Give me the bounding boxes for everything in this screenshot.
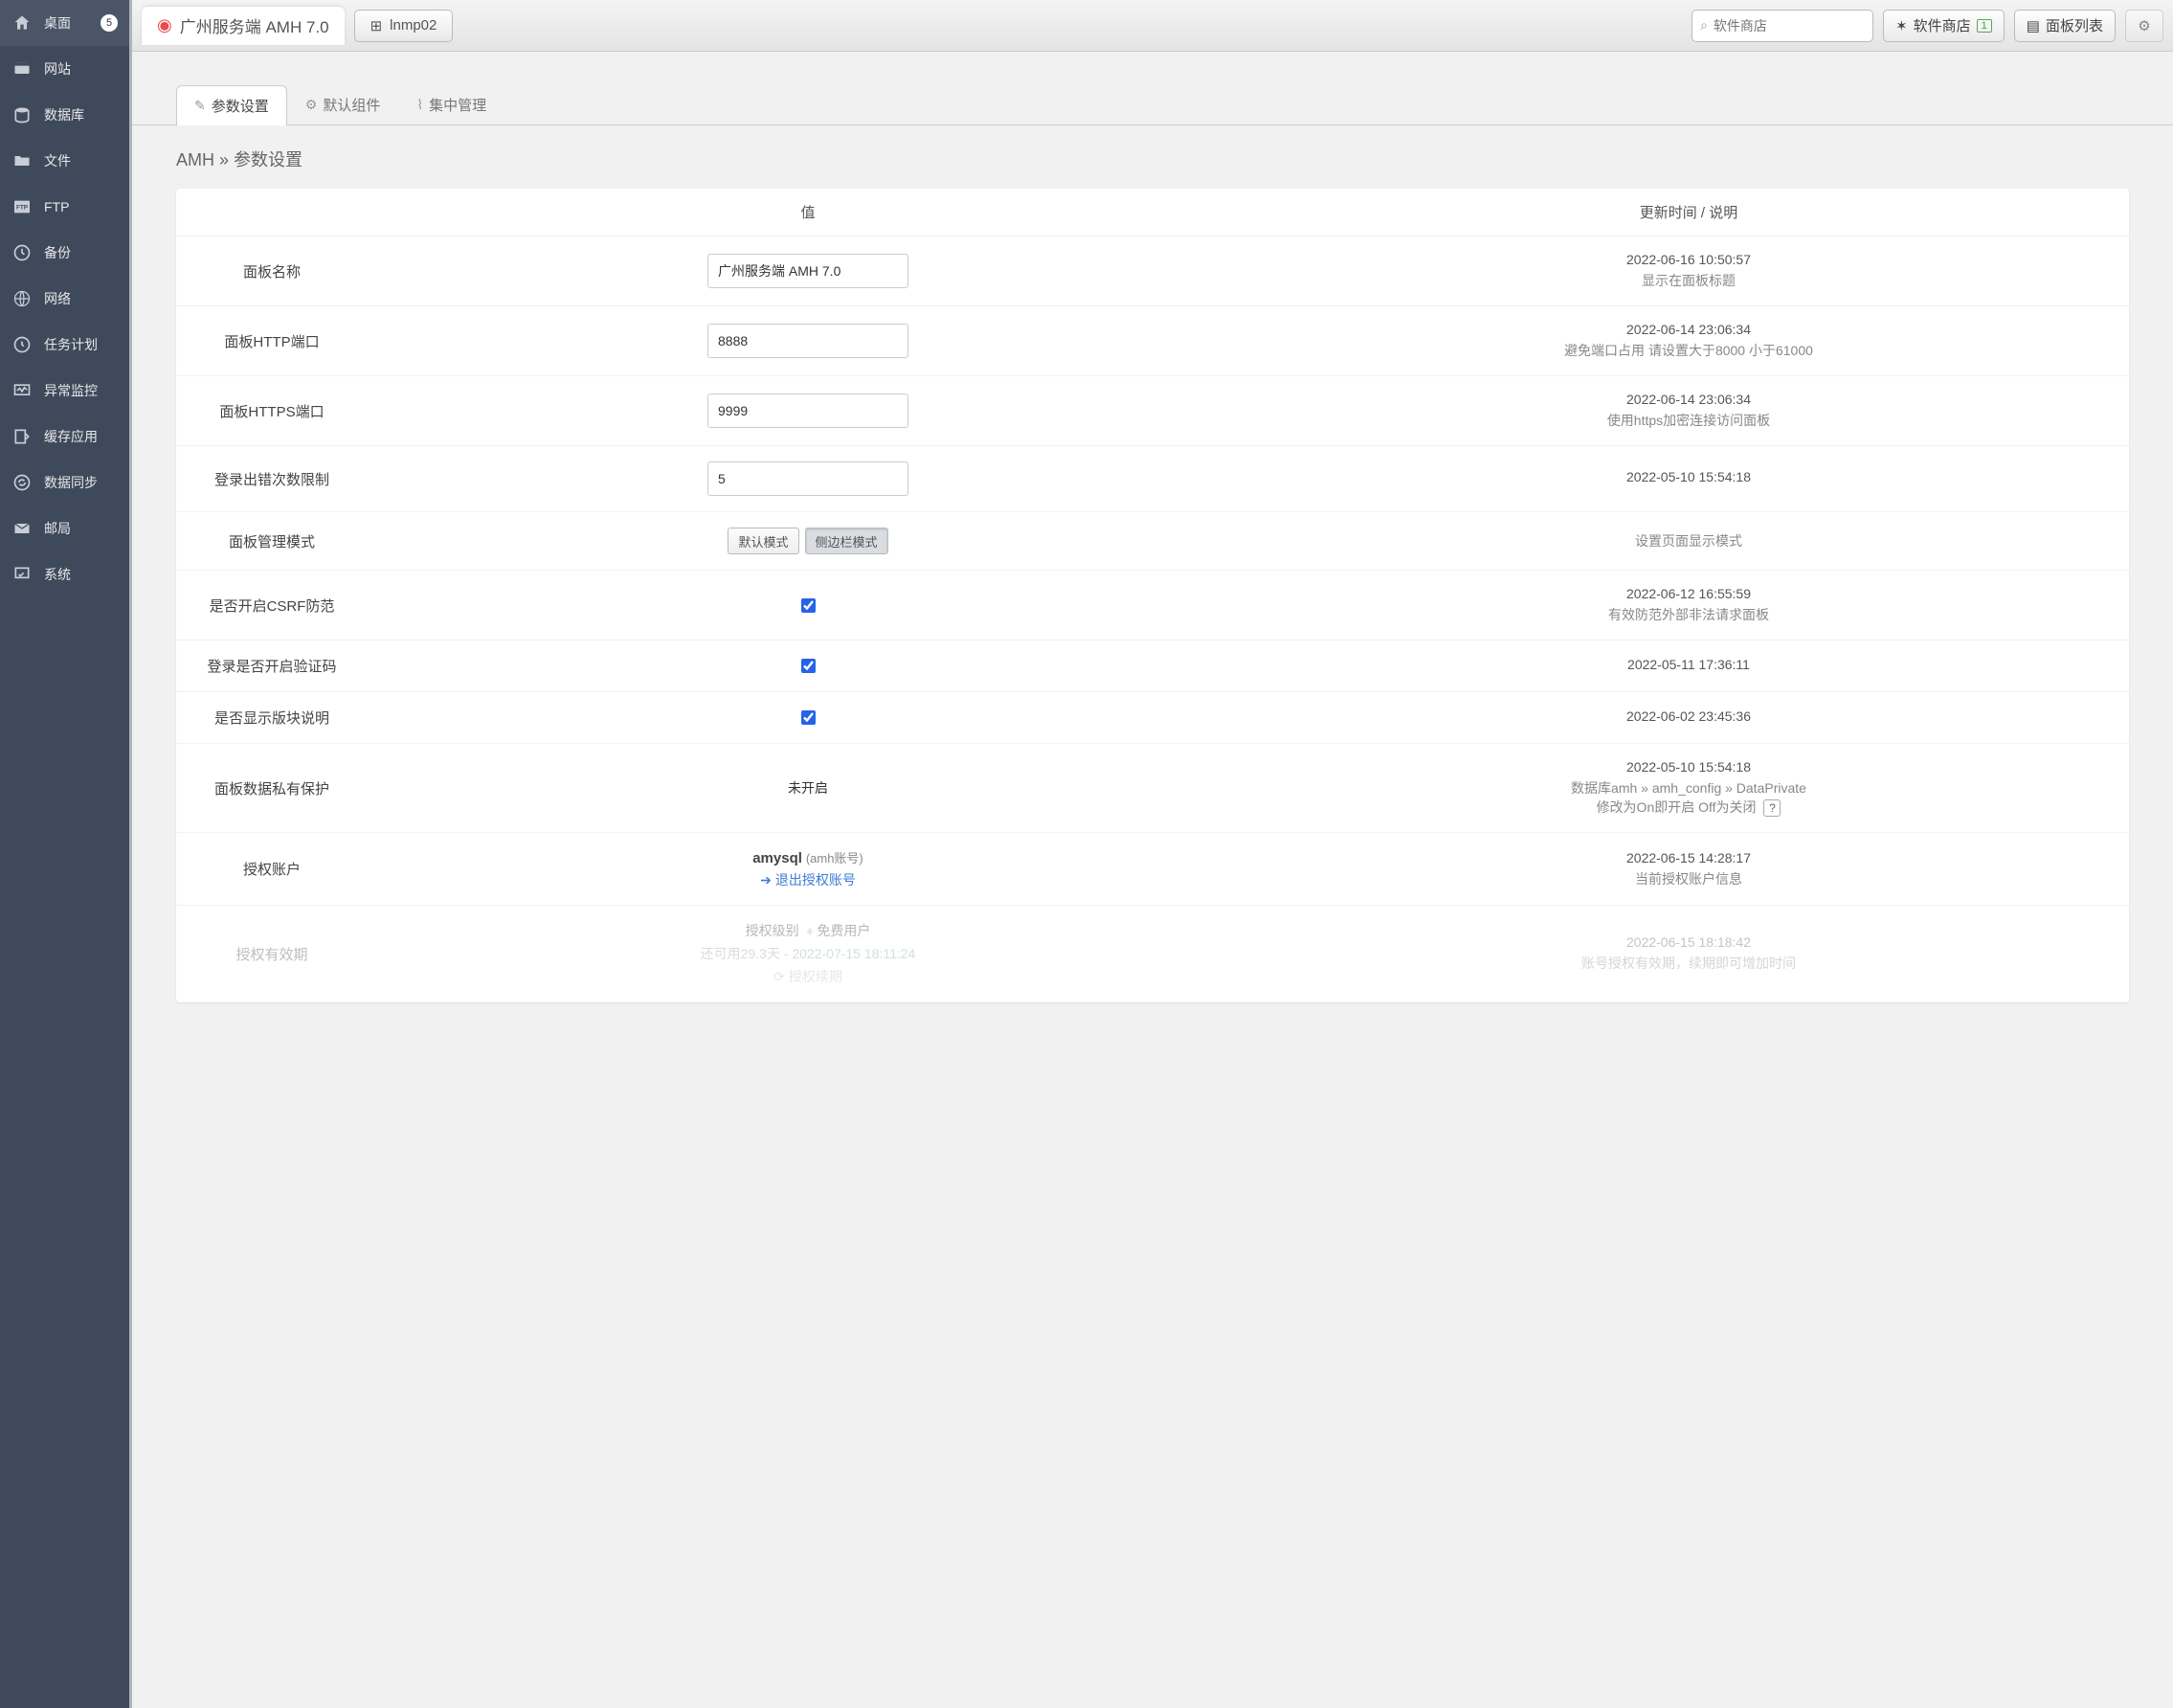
- monitor-icon: [11, 380, 33, 401]
- search-icon: ⌕: [1700, 17, 1708, 34]
- table-head: 值 更新时间 / 说明: [176, 189, 2129, 236]
- system-icon: [11, 564, 33, 585]
- showver-checkbox[interactable]: [801, 710, 816, 725]
- row-panel-name: 面板名称 2022-06-16 10:50:57显示在面板标题: [176, 236, 2129, 306]
- pin-icon: ◉: [157, 15, 172, 35]
- csrf-checkbox[interactable]: [801, 598, 816, 613]
- sidebar-item-files[interactable]: 文件: [0, 138, 129, 184]
- subtab-params[interactable]: ✎参数设置: [176, 85, 287, 125]
- sync-icon: [11, 472, 33, 493]
- sidebar-item-tasks[interactable]: 任务计划: [0, 322, 129, 368]
- gear-icon: ⚙: [305, 97, 318, 113]
- primary-tab[interactable]: ◉ 广州服务端 AMH 7.0: [142, 7, 345, 45]
- logout-link[interactable]: ➔退出授权账号: [760, 870, 856, 889]
- main-content: ✎参数设置 ⚙默认组件 ⌇集中管理 AMH » 参数设置 值 更新时间 / 说明…: [132, 52, 2173, 1041]
- sidebar-item-mail[interactable]: 邮局: [0, 506, 129, 551]
- settings-button[interactable]: ⚙: [2125, 10, 2163, 42]
- list-icon: ▤: [2027, 17, 2040, 34]
- mode-default-button[interactable]: 默认模式: [728, 528, 798, 554]
- captcha-checkbox[interactable]: [801, 659, 816, 673]
- row-account: 授权账户 amysql (amh账号) ➔退出授权账号 2022-06-15 1…: [176, 833, 2129, 906]
- sidebar-item-network[interactable]: 网络: [0, 276, 129, 322]
- store-badge: 1: [1977, 19, 1992, 33]
- sidebar-item-sync[interactable]: 数据同步: [0, 460, 129, 506]
- row-manage-mode: 面板管理模式 默认模式 侧边栏模式 设置页面显示模式: [176, 512, 2129, 571]
- sidebar-badge: 5: [101, 14, 118, 32]
- subtab-components[interactable]: ⚙默认组件: [287, 84, 399, 124]
- help-icon[interactable]: ?: [1763, 799, 1781, 817]
- grid-icon: ⊞: [370, 17, 383, 34]
- diamond-icon: ♦: [806, 923, 813, 938]
- refresh-icon: ⟳: [773, 969, 785, 985]
- schedule-icon: [11, 334, 33, 355]
- topbar: ◉ 广州服务端 AMH 7.0 ⊞ lnmp02 ⌕ ✶ 软件商店 1 ▤ 面板…: [132, 0, 2173, 52]
- row-captcha: 登录是否开启验证码 2022-05-11 17:36:11: [176, 640, 2129, 692]
- sidebar-item-monitor[interactable]: 异常监控: [0, 368, 129, 414]
- search-box[interactable]: ⌕: [1691, 10, 1873, 42]
- ftp-icon: FTP: [11, 196, 33, 217]
- panel-name-input[interactable]: [707, 254, 908, 288]
- database-icon: [11, 104, 33, 125]
- search-wrapper: ⌕: [1691, 10, 1873, 42]
- sidebar-item-ftp[interactable]: FTPFTP: [0, 184, 129, 230]
- sidebar-item-desktop[interactable]: 桌面 5: [0, 0, 129, 46]
- login-limit-input[interactable]: [707, 461, 908, 496]
- mode-sidebar-button[interactable]: 侧边栏模式: [805, 528, 888, 554]
- cache-icon: [11, 426, 33, 447]
- gear-icon: ⚙: [2138, 17, 2150, 34]
- subtab-manage[interactable]: ⌇集中管理: [398, 84, 504, 124]
- row-showver: 是否显示版块说明 2022-06-02 23:45:36: [176, 692, 2129, 744]
- globe-icon: [11, 288, 33, 309]
- browser-icon: [11, 58, 33, 79]
- sidebar-label: 桌面: [44, 13, 71, 33]
- sidebar-item-database[interactable]: 数据库: [0, 92, 129, 138]
- home-icon: [11, 12, 33, 34]
- head-value: 值: [368, 189, 1248, 236]
- mail-icon: [11, 518, 33, 539]
- row-expiry: 授权有效期 授权级别 ♦ 免费用户 还可用29.3天 - 2022-07-15 …: [176, 906, 2129, 1002]
- secondary-tab[interactable]: ⊞ lnmp02: [354, 10, 454, 42]
- sidebar-item-backup[interactable]: 备份: [0, 230, 129, 276]
- rss-icon: ⌇: [416, 97, 423, 113]
- http-port-input[interactable]: [707, 324, 908, 358]
- sidebar-item-website[interactable]: 网站: [0, 46, 129, 92]
- https-port-input[interactable]: [707, 393, 908, 428]
- store-button[interactable]: ✶ 软件商店 1: [1883, 10, 2005, 42]
- sidebar-item-cache[interactable]: 缓存应用: [0, 414, 129, 460]
- row-http-port: 面板HTTP端口 2022-06-14 23:06:34避免端口占用 请设置大于…: [176, 306, 2129, 376]
- pencil-icon: ✎: [194, 98, 206, 114]
- dataprivate-value: 未开启: [788, 778, 828, 798]
- row-login-limit: 登录出错次数限制 2022-05-10 15:54:18: [176, 446, 2129, 512]
- settings-panel: 值 更新时间 / 说明 面板名称 2022-06-16 10:50:57显示在面…: [176, 189, 2129, 1002]
- clock-icon: [11, 242, 33, 263]
- row-csrf: 是否开启CSRF防范 2022-06-12 16:55:59有效防范外部非法请求…: [176, 571, 2129, 640]
- head-desc: 更新时间 / 说明: [1248, 189, 2129, 236]
- breadcrumb: AMH » 参数设置: [132, 125, 2173, 189]
- sidebar: 桌面 5 网站 数据库 文件 FTPFTP 备份 网络 任务计划 异常监控 缓存…: [0, 0, 132, 1708]
- panel-list-button[interactable]: ▤ 面板列表: [2014, 10, 2116, 42]
- row-https-port: 面板HTTPS端口 2022-06-14 23:06:34使用https加密连接…: [176, 376, 2129, 446]
- folder-icon: [11, 150, 33, 171]
- row-dataprivate: 面板数据私有保护 未开启 2022-05-10 15:54:18数据库amh »…: [176, 744, 2129, 833]
- sidebar-item-system[interactable]: 系统: [0, 551, 129, 597]
- arrow-right-icon: ➔: [760, 872, 772, 888]
- svg-text:FTP: FTP: [16, 204, 29, 211]
- search-input[interactable]: [1714, 18, 1865, 34]
- subtabs: ✎参数设置 ⚙默认组件 ⌇集中管理: [132, 84, 2173, 125]
- renew-link[interactable]: ⟳授权续期: [773, 967, 842, 986]
- star-icon: ✶: [1895, 17, 1908, 34]
